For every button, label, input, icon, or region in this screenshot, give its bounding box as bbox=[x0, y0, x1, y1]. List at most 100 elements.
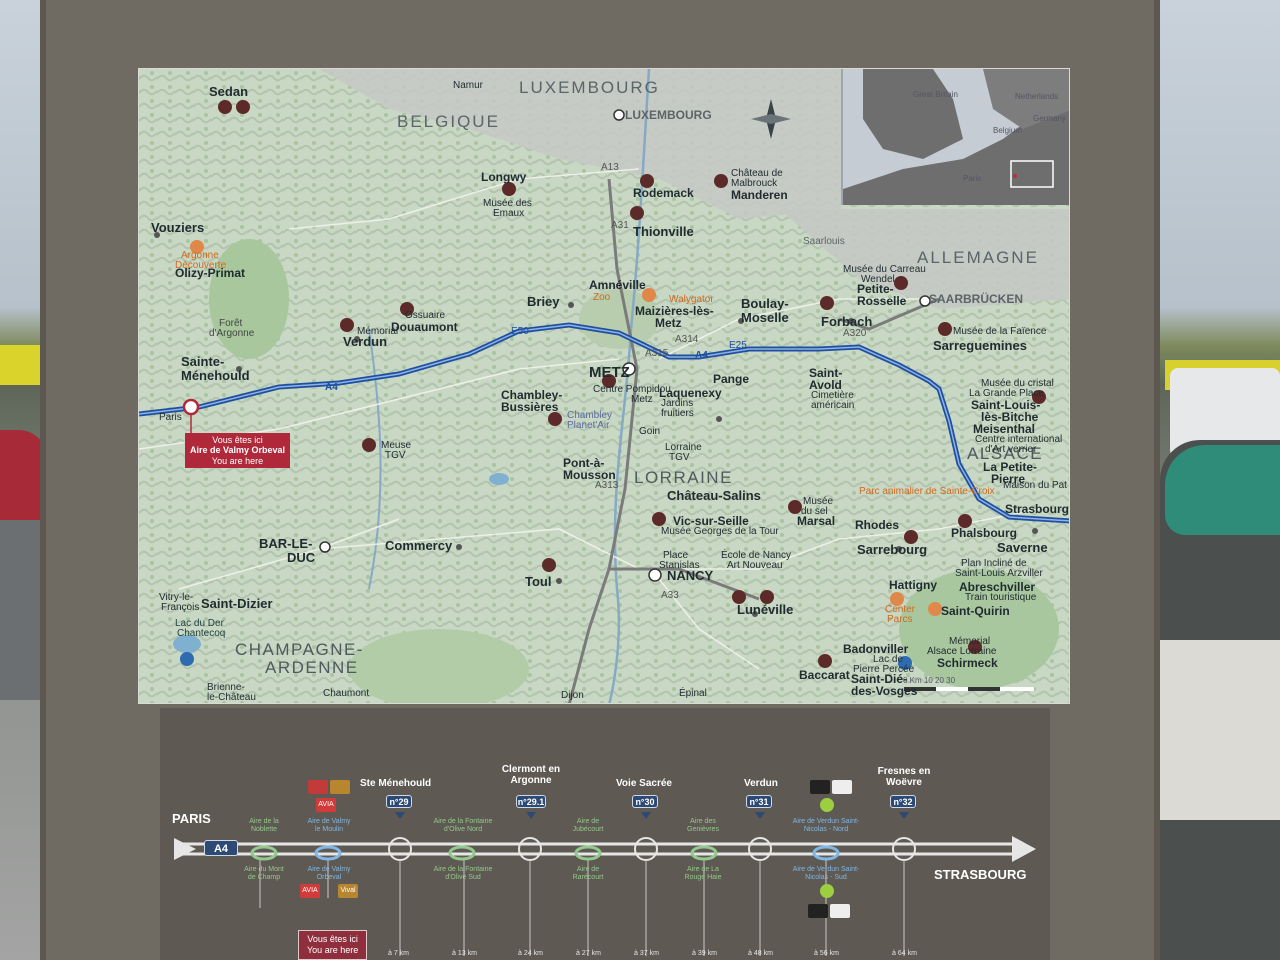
poi-walygator: Walygator bbox=[669, 294, 714, 305]
vival-logo-top bbox=[330, 780, 350, 794]
exit-30-name: Voie Sacrée bbox=[616, 778, 672, 789]
label-belgique: BELGIQUE bbox=[397, 112, 500, 131]
poi-parc-animalier: Parc animalier de Sainte-Croix bbox=[859, 486, 995, 497]
city-saarlouis: Saarlouis bbox=[803, 236, 845, 247]
distance-37: à 37 km bbox=[634, 950, 659, 957]
exit-291-name: Clermont en Argonne bbox=[501, 764, 561, 786]
poi-chateau-malbrouck-2: Malbrouck bbox=[731, 178, 778, 189]
poi-zoo: Zoo bbox=[593, 292, 611, 303]
poi-goin: Goin bbox=[639, 426, 661, 437]
label-luxembourg-country: LUXEMBOURG bbox=[519, 78, 660, 97]
city-chateau-salins: Château-Salins bbox=[667, 488, 761, 503]
city-thionville: Thionville bbox=[633, 224, 694, 239]
area-verdun-sud: Aire de Verdun Saint-Nicolas - Sud bbox=[792, 866, 860, 881]
city-ste-menehould-2: Ménehould bbox=[181, 368, 250, 383]
city-schirmeck: Schirmeck bbox=[937, 656, 998, 670]
city-brienne-2: le-Château bbox=[207, 692, 256, 703]
city-ste-menehould: Sainte- bbox=[181, 354, 225, 369]
city-sedan: Sedan bbox=[209, 84, 249, 99]
city-luxembourg: LUXEMBOURG bbox=[625, 108, 712, 122]
road-a33: A33 bbox=[661, 590, 679, 601]
label-allemagne: ALLEMAGNE bbox=[917, 248, 1039, 267]
exit-29-name: Ste Ménehould bbox=[360, 778, 432, 789]
city-luneville: Lunéville bbox=[737, 602, 794, 617]
city-st-quirin: Saint-Quirin bbox=[941, 604, 1010, 618]
city-saarbrucken: SAARBRÜCKEN bbox=[929, 292, 1024, 306]
exit-32-badge: n°32 bbox=[890, 795, 916, 808]
city-boulay: Boulay- bbox=[741, 296, 789, 311]
fuel-logo-top bbox=[810, 780, 830, 794]
exit-31-pin bbox=[755, 812, 765, 819]
photo-scene: Great Britain Netherlands Belgium German… bbox=[0, 0, 1280, 960]
poi-chambley-planet-2: Planet'Air bbox=[567, 420, 610, 431]
road-a13: A13 bbox=[601, 162, 619, 173]
poi-lac-der-2: Chantecoq bbox=[177, 628, 226, 639]
vival-badge-bottom: Vival bbox=[338, 884, 358, 898]
exit-30-pin bbox=[641, 812, 651, 819]
city-sarreguemines: Sarreguemines bbox=[933, 338, 1027, 353]
city-bar-le-duc-2: DUC bbox=[287, 550, 316, 565]
city-rodemack: Rodemack bbox=[633, 186, 694, 200]
area-fontaine-olive-nord: Aire de la Fontaine d'Olive Nord bbox=[433, 818, 493, 833]
distance-27: à 27 km bbox=[576, 950, 601, 957]
avia-badge-bottom: AVIA bbox=[300, 884, 320, 898]
bp-logo-top bbox=[820, 798, 834, 812]
exit-291-pin bbox=[526, 812, 536, 819]
city-chaumont: Chaumont bbox=[323, 688, 370, 699]
city-namur: Namur bbox=[453, 80, 484, 91]
road-a4: A4 bbox=[325, 382, 338, 393]
city-bar-le-duc: BAR-LE- bbox=[259, 536, 313, 551]
poi-jardins-2: fruitiers bbox=[661, 408, 694, 419]
city-maizieres-2: Metz bbox=[655, 316, 682, 330]
distance-56: à 56 km bbox=[814, 950, 839, 957]
road-a4-east: A4 bbox=[695, 350, 708, 361]
exit-29-badge: n°29 bbox=[386, 795, 412, 808]
inset-label-belgium: Belgium bbox=[993, 126, 1022, 135]
poi-musee-emaux-2: Emaux bbox=[493, 208, 525, 219]
poi-maison-pat: Maison du Pat bbox=[1003, 480, 1067, 491]
area-rouge-haie: Aire de La Rouge Haie bbox=[684, 866, 722, 881]
area-fontaine-olive-sud: Aire de la Fontaine d'Olive Sud bbox=[433, 866, 493, 881]
road-e25: E25 bbox=[729, 340, 747, 351]
area-verdun-nord: Aire de Verdun Saint-Nicolas - Nord bbox=[792, 818, 860, 833]
exit-30-badge: n°30 bbox=[632, 795, 658, 808]
exit-32-name: Fresnes en Woëvre bbox=[877, 766, 931, 788]
city-hattigny: Hattigny bbox=[889, 578, 937, 592]
poi-douaumont: Douaumont bbox=[391, 320, 458, 334]
poi-musee-faience: Musée de la Faïence bbox=[953, 326, 1047, 337]
poi-argonne-decouverte-2: Découverte bbox=[175, 260, 227, 271]
exit-29-pin bbox=[395, 812, 405, 819]
distance-24: à 24 km bbox=[518, 950, 543, 957]
road-a315: A315 bbox=[645, 348, 669, 359]
city-dijon: Dijon bbox=[561, 690, 584, 701]
poi-memorial: Mémorial bbox=[357, 326, 399, 337]
road-a320: A320 bbox=[843, 328, 867, 339]
area-rarecourt: Aire de Rarécourt bbox=[572, 866, 604, 881]
avia-logo-top bbox=[308, 780, 328, 794]
scale-bar bbox=[904, 687, 1034, 691]
city-longwy: Longwy bbox=[481, 170, 527, 184]
distance-48: à 48 km bbox=[748, 950, 773, 957]
exit-291-badge: n°29.1 bbox=[516, 795, 546, 808]
strip-end-strasbourg: STRASBOURG bbox=[934, 867, 1027, 882]
road-a31: A31 bbox=[611, 220, 629, 231]
city-metz: METZ bbox=[589, 364, 630, 381]
fuel-logo-bottom bbox=[808, 904, 828, 918]
label-lorraine: LORRAINE bbox=[634, 468, 733, 487]
poi-cimetiere-2: américain bbox=[811, 400, 855, 411]
poi-musee-sel-2: du sel bbox=[801, 506, 828, 517]
poi-memorial-alsace-2: Alsace Lorraine bbox=[927, 646, 997, 657]
city-epinal: Épinal bbox=[679, 688, 707, 699]
exit-31-name: Verdun bbox=[744, 778, 778, 789]
city-phalsbourg: Phalsbourg bbox=[951, 526, 1018, 540]
regional-map: Great Britain Netherlands Belgium German… bbox=[138, 68, 1070, 704]
city-pange: Pange bbox=[713, 372, 750, 386]
city-boulay-2: Moselle bbox=[741, 310, 789, 325]
city-sarrebourg: Sarrebourg bbox=[857, 542, 928, 557]
inset-label-paris: Paris bbox=[963, 174, 982, 183]
you-are-here-label: Vous êtes ici Aire de Valmy Orbeval You … bbox=[185, 433, 291, 469]
scale-label: 0 Km 10 20 30 bbox=[903, 676, 956, 685]
poi-centre-pompidou-2: Metz bbox=[631, 394, 653, 405]
poi-lorraine-tgv-2: TGV bbox=[669, 452, 690, 463]
city-st-dizier: Saint-Dizier bbox=[201, 596, 273, 611]
